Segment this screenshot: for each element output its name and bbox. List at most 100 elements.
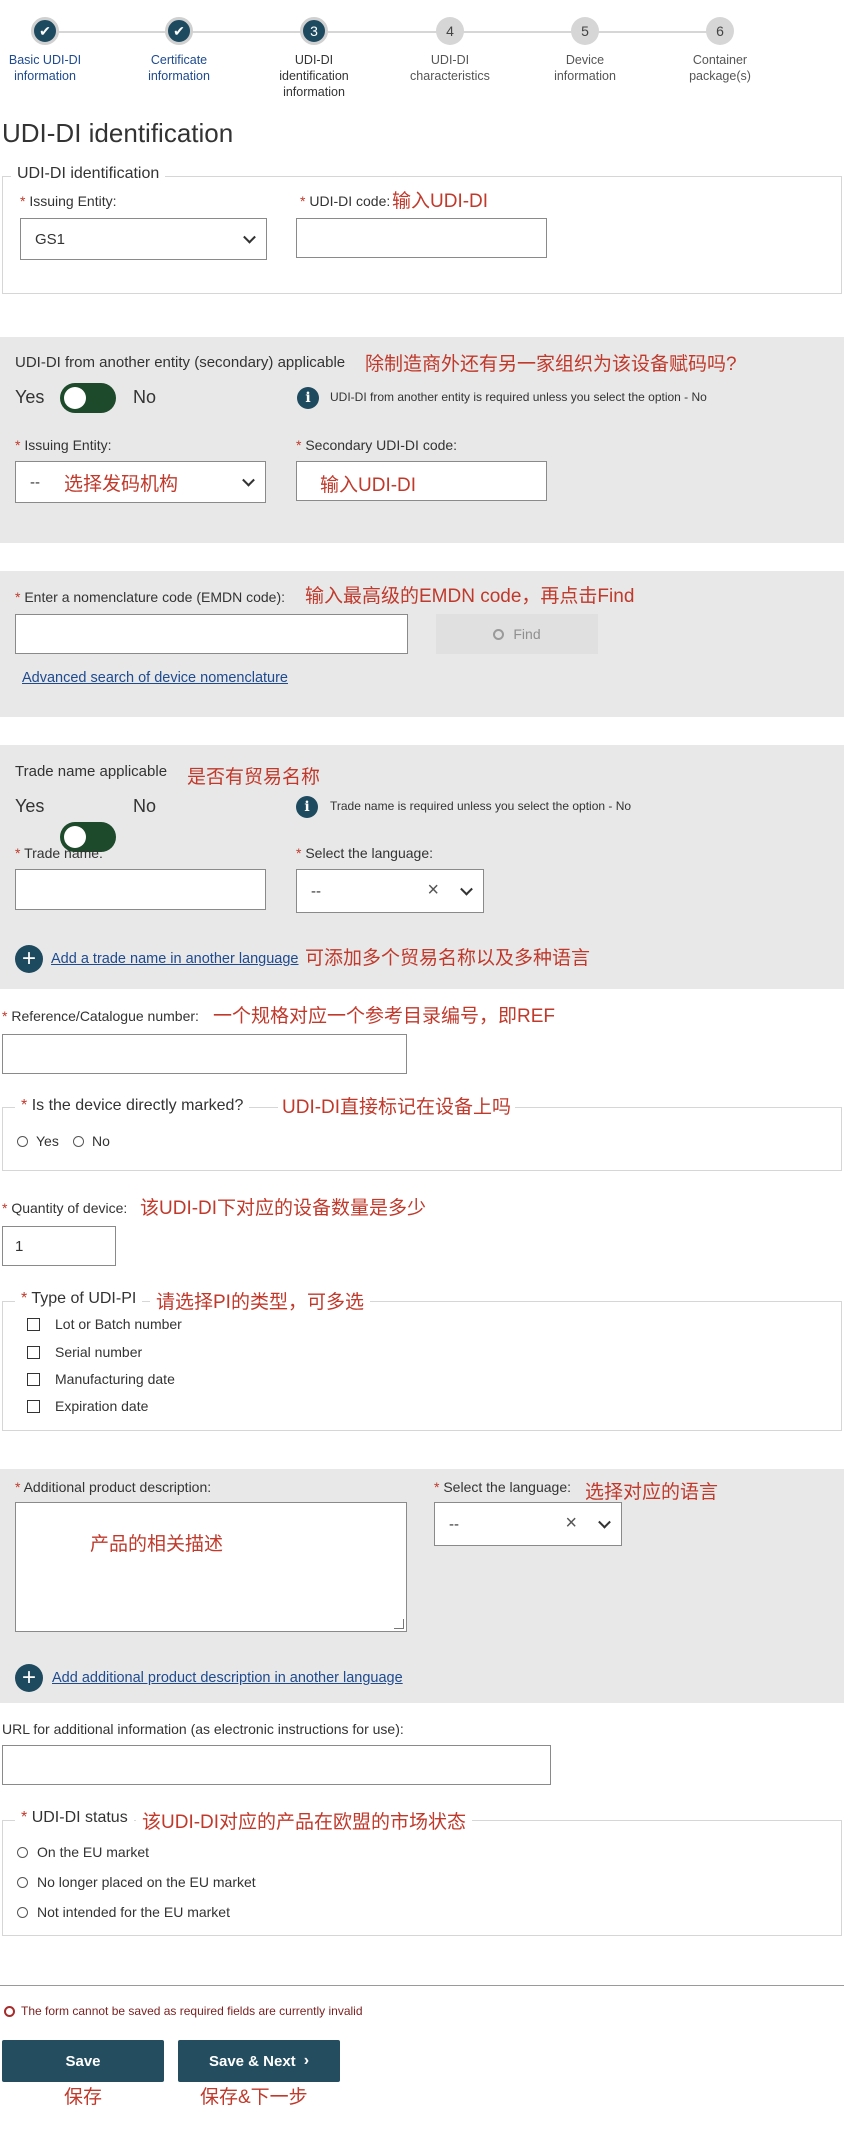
udi-code-input[interactable] xyxy=(296,218,547,258)
trade-name-label: * Trade name: xyxy=(15,845,103,861)
nomenclature-label: * Enter a nomenclature code (EMDN code): xyxy=(15,589,286,605)
secondary-title: UDI-DI from another entity (secondary) a… xyxy=(15,354,346,371)
advanced-search-link[interactable]: Advanced search of device nomenclature xyxy=(22,670,288,686)
step-6-label: Container package(s) xyxy=(689,53,751,83)
udi-code-note: 输入UDI-DI xyxy=(392,191,489,212)
status-note: 该UDI-DI对应的产品在欧盟的市场状态 xyxy=(136,1807,473,1834)
status-option-no-longer[interactable]: No longer placed on the EU market xyxy=(17,1874,256,1890)
status-option-on-market[interactable]: On the EU market xyxy=(17,1844,149,1860)
radio-button[interactable] xyxy=(73,1135,84,1147)
additional-placeholder-note: 产品的相关描述 xyxy=(90,1534,224,1555)
trade-title: Trade name applicable xyxy=(15,763,168,780)
status-option-not-intended[interactable]: Not intended for the EU market xyxy=(17,1904,230,1920)
radio-button[interactable] xyxy=(17,1135,28,1147)
additional-lang-select[interactable]: -- × xyxy=(434,1502,622,1546)
secondary-info-text: UDI-DI from another entity is required u… xyxy=(330,390,707,404)
add-trade-note: 可添加多个贸易名称以及多种语言 xyxy=(305,948,591,969)
radio-button[interactable] xyxy=(17,1846,28,1858)
find-button[interactable]: Find xyxy=(436,614,598,654)
add-icon[interactable]: + xyxy=(15,945,43,973)
error-icon xyxy=(4,2005,15,2017)
save-next-note: 保存&下一步 xyxy=(200,2087,308,2108)
save-note: 保存 xyxy=(64,2087,103,2108)
issuing-entity-label: * Issuing Entity: xyxy=(20,193,117,209)
radio-button[interactable] xyxy=(17,1876,28,1888)
checkbox[interactable] xyxy=(27,1317,40,1331)
url-label: URL for additional information (as elect… xyxy=(2,1721,404,1737)
secondary-toggle[interactable] xyxy=(60,383,116,413)
trade-yes-label: Yes xyxy=(15,796,45,816)
nomenclature-note: 输入最高级的EMDN code，再点击Find xyxy=(305,586,635,607)
secondary-code-input[interactable]: 输入UDI-DI xyxy=(296,461,547,501)
marked-no-option[interactable]: No xyxy=(73,1133,110,1149)
check-icon[interactable]: ✔ xyxy=(31,17,59,45)
trade-lang-label: * Select the language: xyxy=(296,845,433,861)
quantity-input[interactable]: 1 xyxy=(2,1226,116,1266)
additional-lang-label: * Select the language: xyxy=(434,1479,571,1495)
nomenclature-input[interactable] xyxy=(15,614,408,654)
status-legend: * UDI-DI status xyxy=(15,1809,134,1827)
udi-pi-option-expiration[interactable]: Expiration date xyxy=(27,1398,148,1414)
add-description-link[interactable]: Add additional product description in an… xyxy=(52,1670,403,1686)
step-5-label: Device information xyxy=(554,53,616,83)
chevron-down-icon xyxy=(598,1515,611,1529)
marked-yes-option[interactable]: Yes xyxy=(17,1133,59,1149)
udi-code-label: * UDI-DI code: xyxy=(300,193,391,209)
trade-note: 是否有贸易名称 xyxy=(187,767,321,788)
url-input[interactable] xyxy=(2,1745,551,1785)
chevron-right-icon: › xyxy=(303,2052,310,2069)
radio-button[interactable] xyxy=(17,1906,28,1918)
step-5-number: 5 xyxy=(571,17,599,45)
add-trade-name-link[interactable]: Add a trade name in another language xyxy=(51,951,299,967)
step-3-number: 3 xyxy=(300,17,328,45)
trade-name-input[interactable] xyxy=(15,869,266,910)
checkbox[interactable] xyxy=(27,1345,40,1359)
secondary-no-label: No xyxy=(133,387,157,407)
checkbox[interactable] xyxy=(27,1372,40,1386)
checkbox[interactable] xyxy=(27,1399,40,1413)
marked-note: UDI-DI直接标记在设备上吗 xyxy=(278,1092,516,1119)
additional-label: * Additional product description: xyxy=(15,1479,212,1495)
chevron-down-icon xyxy=(243,230,256,244)
marked-legend: * Is the device directly marked? xyxy=(15,1097,250,1115)
search-icon xyxy=(493,628,505,640)
step-1-label[interactable]: Basic UDI-DI information xyxy=(0,52,100,84)
page-title: UDI-DI identification xyxy=(2,118,234,148)
step-4-number: 4 xyxy=(436,17,464,45)
secondary-code-label: * Secondary UDI-DI code: xyxy=(296,437,458,453)
add-icon[interactable]: + xyxy=(15,1664,43,1692)
udi-pi-option-serial[interactable]: Serial number xyxy=(27,1344,142,1360)
save-button[interactable]: Save xyxy=(2,2040,164,2082)
step-4-label: UDI-DI characteristics xyxy=(410,53,490,83)
check-icon[interactable]: ✔ xyxy=(165,17,193,45)
resize-handle-icon[interactable] xyxy=(394,1619,404,1629)
step-6-number: 6 xyxy=(706,17,734,45)
udi-pi-option-lot[interactable]: Lot or Batch number xyxy=(27,1316,182,1332)
trade-no-label: No xyxy=(133,796,157,816)
clear-icon[interactable]: × xyxy=(427,879,439,902)
udi-pi-option-manufacturing[interactable]: Manufacturing date xyxy=(27,1371,175,1387)
chevron-down-icon xyxy=(242,473,255,487)
info-icon: i xyxy=(297,387,319,409)
trade-lang-select[interactable]: -- × xyxy=(296,869,484,913)
secondary-code-note: 输入UDI-DI xyxy=(320,475,417,496)
clear-icon[interactable]: × xyxy=(565,1512,577,1535)
reference-note: 一个规格对应一个参考目录编号，即REF xyxy=(213,1006,556,1027)
additional-textarea[interactable]: 产品的相关描述 xyxy=(15,1502,407,1632)
error-message: The form cannot be saved as required fie… xyxy=(4,2004,363,2018)
step-3-label: UDI-DI identification information xyxy=(279,53,349,99)
step-2-label[interactable]: Certificate information xyxy=(124,52,234,84)
reference-input[interactable] xyxy=(2,1034,407,1074)
quantity-note: 该UDI-DI下对应的设备数量是多少 xyxy=(140,1198,427,1219)
udi-pi-note: 请选择PI的类型，可多选 xyxy=(150,1287,370,1314)
secondary-note: 除制造商外还有另一家组织为该设备赋码吗? xyxy=(365,354,737,375)
stepper-line xyxy=(45,31,725,33)
save-next-button[interactable]: Save & Next › xyxy=(178,2040,340,2082)
additional-lang-note: 选择对应的语言 xyxy=(585,1482,719,1503)
secondary-yes-label: Yes xyxy=(15,387,45,407)
issuing-entity-select[interactable]: GS1 xyxy=(20,218,267,260)
trade-info-text: Trade name is required unless you select… xyxy=(330,799,632,813)
info-icon: i xyxy=(296,796,318,818)
secondary-issuing-select[interactable]: -- 选择发码机构 xyxy=(15,461,266,503)
udi-pi-legend: * Type of UDI-PI xyxy=(15,1290,143,1308)
